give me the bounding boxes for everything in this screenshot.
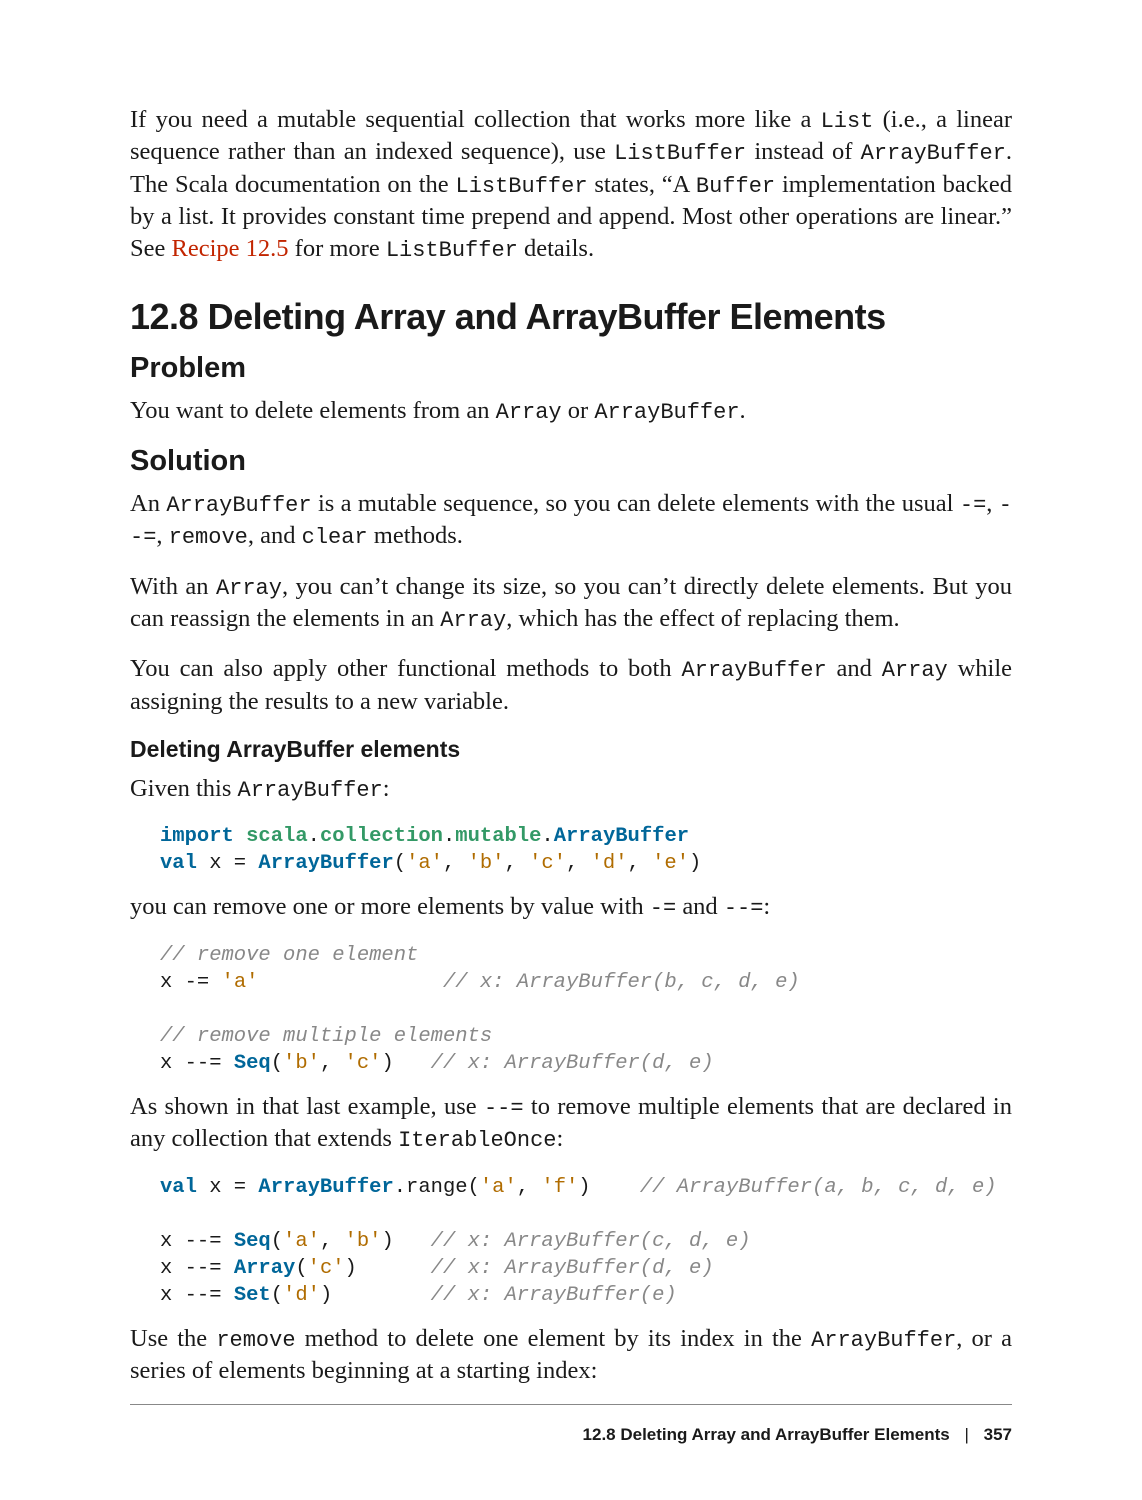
text: for more: [289, 235, 386, 262]
page: If you need a mutable sequential collect…: [0, 0, 1142, 1500]
text: ,: [986, 490, 999, 517]
code-array: Array: [216, 576, 282, 601]
text: :: [763, 893, 770, 920]
page-footer: 12.8 Deleting Array and ArrayBuffer Elem…: [583, 1425, 1012, 1445]
solution-paragraph-2: With an Array, you can’t change its size…: [130, 571, 1012, 636]
code-remove: remove: [216, 1328, 295, 1353]
code-minusminus-equal: --=: [724, 896, 764, 921]
text: :: [383, 775, 390, 802]
text: If you need a mutable sequential collect…: [130, 106, 821, 133]
text: methods.: [368, 522, 463, 549]
code-listbuffer-2: ListBuffer: [456, 174, 588, 199]
problem-heading: Problem: [130, 352, 1012, 385]
recipe-link[interactable]: Recipe 12.5: [172, 235, 289, 262]
intro-paragraph: If you need a mutable sequential collect…: [130, 104, 1012, 266]
text: :: [557, 1125, 564, 1152]
problem-paragraph: You want to delete elements from an Arra…: [130, 395, 1012, 427]
code-buffer: Buffer: [696, 174, 775, 199]
code-minus-equal: -=: [960, 493, 986, 518]
solution-paragraph-3: You can also apply other functional meth…: [130, 653, 1012, 718]
solution-paragraph-1: An ArrayBuffer is a mutable sequence, so…: [130, 488, 1012, 553]
code-arraybuffer: ArrayBuffer: [238, 778, 383, 803]
text: As shown in that last example, use: [130, 1093, 484, 1120]
text: You want to delete elements from an: [130, 397, 496, 424]
footer-section-title: 12.8 Deleting Array and ArrayBuffer Elem…: [583, 1425, 950, 1444]
text: An: [130, 490, 166, 517]
solution-heading: Solution: [130, 445, 1012, 478]
code-arraybuffer: ArrayBuffer: [594, 400, 739, 425]
text: You can also apply other functional meth…: [130, 655, 681, 682]
code-arraybuffer: ArrayBuffer: [861, 141, 1006, 166]
page-number: 357: [984, 1425, 1012, 1444]
text: Use the: [130, 1325, 216, 1352]
code-block-3: val x = ArrayBuffer.range('a', 'f') // A…: [160, 1174, 1012, 1309]
code-remove: remove: [169, 525, 248, 550]
text: details.: [518, 235, 594, 262]
text: states, “A: [588, 171, 696, 198]
given-paragraph: Given this ArrayBuffer:: [130, 773, 1012, 805]
code-minusminus-equal: --=: [484, 1096, 524, 1121]
code-arraybuffer: ArrayBuffer: [166, 493, 311, 518]
text: or: [562, 397, 595, 424]
text: Given this: [130, 775, 238, 802]
code-list: List: [821, 109, 874, 134]
text: , which has the effect of replacing them…: [506, 605, 899, 632]
code-array: Array: [440, 608, 506, 633]
text: and: [676, 893, 724, 920]
text: you can remove one or more elements by v…: [130, 893, 650, 920]
iterableonce-paragraph: As shown in that last example, use --= t…: [130, 1091, 1012, 1156]
code-clear: clear: [302, 525, 368, 550]
remove-by-value-paragraph: you can remove one or more elements by v…: [130, 891, 1012, 923]
code-arraybuffer: ArrayBuffer: [811, 1328, 956, 1353]
code-listbuffer-3: ListBuffer: [386, 238, 518, 263]
footer-rule: [130, 1404, 1012, 1405]
deleting-arraybuffer-heading: Deleting ArrayBuffer elements: [130, 736, 1012, 763]
code-block-2: // remove one element x -= 'a' // x: Arr…: [160, 942, 1012, 1077]
code-array: Array: [496, 400, 562, 425]
code-array: Array: [882, 658, 948, 683]
text: and: [827, 655, 882, 682]
code-minus-equal: -=: [650, 896, 676, 921]
footer-separator: |: [954, 1425, 978, 1444]
text: .: [740, 397, 746, 424]
text: instead of: [746, 138, 861, 165]
text: ,: [156, 522, 168, 549]
text: is a mutable sequence, so you can delete…: [312, 490, 960, 517]
remove-method-paragraph: Use the remove method to delete one elem…: [130, 1323, 1012, 1388]
text: With an: [130, 573, 216, 600]
section-title: 12.8 Deleting Array and ArrayBuffer Elem…: [130, 296, 1012, 338]
text: method to delete one element by its inde…: [296, 1325, 812, 1352]
text: , and: [248, 522, 302, 549]
code-arraybuffer: ArrayBuffer: [681, 658, 826, 683]
code-block-1: import scala.collection.mutable.ArrayBuf…: [160, 823, 1012, 877]
code-iterableonce: IterableOnce: [398, 1128, 556, 1153]
code-listbuffer: ListBuffer: [614, 141, 746, 166]
